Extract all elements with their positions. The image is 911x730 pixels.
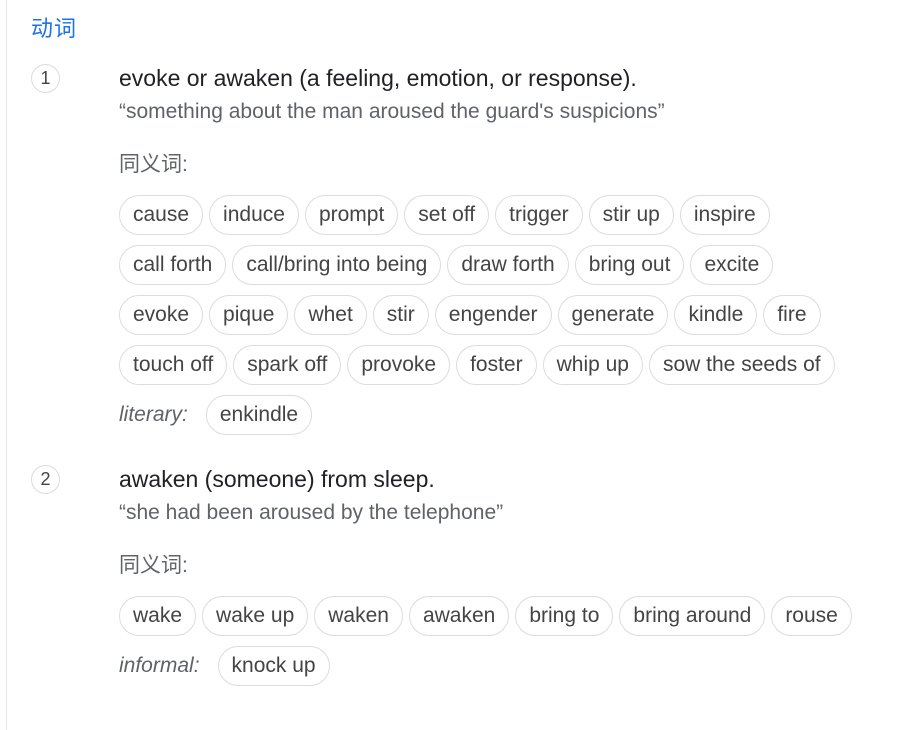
synonym-chip[interactable]: draw forth [447, 245, 569, 285]
synonym-chip[interactable]: set off [404, 195, 490, 235]
synonym-chip[interactable]: call forth [119, 245, 227, 285]
synonym-chip[interactable]: engender [434, 295, 552, 335]
synonym-chip[interactable]: whip up [542, 345, 643, 385]
synonym-chip[interactable]: generate [557, 295, 669, 335]
sense-definition: evoke or awaken (a feeling, emotion, or … [119, 65, 637, 91]
synonym-row: evoke pique whet stir engender generate … [119, 295, 821, 335]
synonym-chip[interactable]: inspire [679, 195, 770, 235]
synonym-chip[interactable]: stir up [588, 195, 674, 235]
synonym-chip[interactable]: awaken [408, 596, 510, 636]
synonyms-heading: 同义词: [119, 153, 188, 176]
register-row: literary: enkindle [119, 395, 313, 435]
synonym-chip[interactable]: excite [690, 245, 774, 285]
register-label: literary: [119, 403, 188, 426]
synonym-chip[interactable]: cause [119, 195, 204, 235]
part-of-speech-label: 动词 [31, 16, 78, 41]
synonym-chip[interactable]: wake up [202, 596, 309, 636]
synonym-chip[interactable]: prompt [304, 195, 399, 235]
synonym-chip[interactable]: sow the seeds of [648, 345, 835, 385]
synonym-chip[interactable]: spark off [233, 345, 342, 385]
synonym-chip[interactable]: bring to [515, 596, 614, 636]
synonym-row: wake wake up waken awaken bring to bring… [119, 596, 852, 636]
synonym-chip[interactable]: foster [456, 345, 537, 385]
synonym-chip[interactable]: trigger [495, 195, 583, 235]
synonym-chip[interactable]: stir [372, 295, 429, 335]
synonym-chip[interactable]: wake [119, 596, 197, 636]
sense-example: “something about the man aroused the gua… [119, 100, 665, 123]
synonym-chip[interactable]: evoke [119, 295, 204, 335]
sense-definition: awaken (someone) from sleep. [119, 466, 435, 492]
sense-number: 1 [31, 64, 60, 93]
register-row: informal: knock up [119, 646, 330, 686]
panel-left-border [6, 0, 7, 730]
synonym-row: cause induce prompt set off trigger stir… [119, 195, 770, 235]
synonym-chip[interactable]: call/bring into being [232, 245, 442, 285]
synonym-chip[interactable]: induce [209, 195, 299, 235]
synonym-chip[interactable]: whet [294, 295, 367, 335]
synonyms-heading: 同义词: [119, 554, 188, 577]
synonym-chip[interactable]: bring around [619, 596, 766, 636]
synonym-row: touch off spark off provoke foster whip … [119, 345, 835, 385]
synonym-chip[interactable]: fire [763, 295, 821, 335]
register-label: informal: [119, 654, 200, 677]
synonym-chip[interactable]: kindle [674, 295, 758, 335]
synonym-chip[interactable]: bring out [574, 245, 685, 285]
sense-number: 2 [31, 465, 60, 494]
synonym-chip[interactable]: knock up [217, 646, 330, 686]
synonym-chip[interactable]: pique [209, 295, 289, 335]
synonym-chip[interactable]: touch off [119, 345, 228, 385]
synonym-chip[interactable]: enkindle [205, 395, 313, 435]
sense-example: “she had been aroused by the telephone” [119, 501, 504, 524]
synonym-chip[interactable]: rouse [771, 596, 852, 636]
synonym-row: call forth call/bring into being draw fo… [119, 245, 774, 285]
synonym-chip[interactable]: provoke [347, 345, 451, 385]
dictionary-panel: 动词 1 evoke or awaken (a feeling, emotion… [0, 0, 911, 730]
synonym-chip[interactable]: waken [314, 596, 403, 636]
